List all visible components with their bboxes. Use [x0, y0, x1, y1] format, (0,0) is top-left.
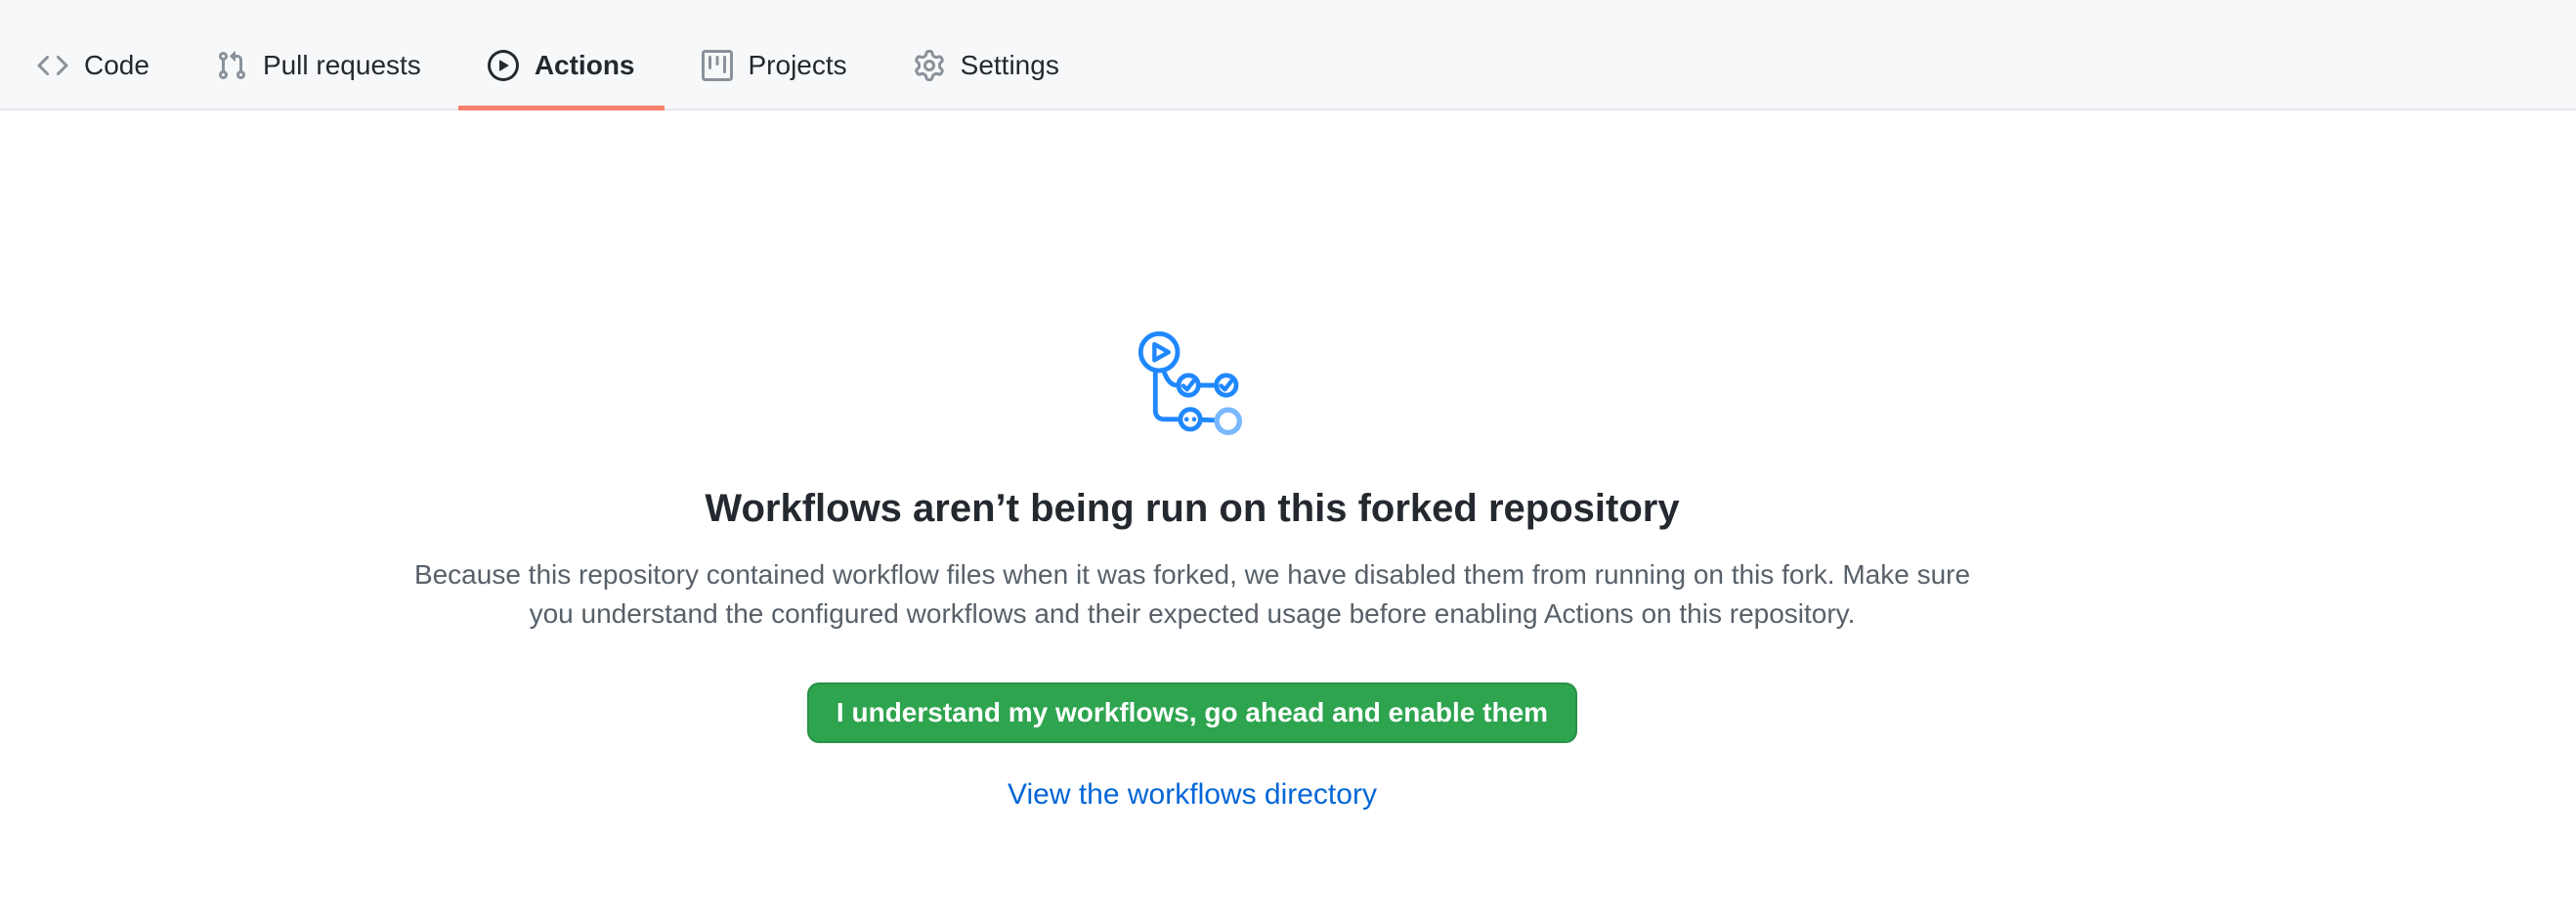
tab-settings-label: Settings: [961, 50, 1059, 81]
git-pull-request-icon: [216, 50, 247, 81]
tab-settings[interactable]: Settings: [884, 0, 1089, 109]
project-icon: [702, 50, 733, 81]
tab-code[interactable]: Code: [8, 0, 179, 109]
tab-projects-label: Projects: [749, 50, 847, 81]
actions-workflow-icon: [1135, 329, 1250, 444]
tab-projects[interactable]: Projects: [672, 0, 877, 109]
blankslate-description: Because this repository contained workfl…: [395, 555, 1990, 634]
view-workflows-directory-link[interactable]: View the workflows directory: [0, 778, 2384, 812]
tab-actions-label: Actions: [535, 50, 635, 81]
tab-pull-requests-label: Pull requests: [263, 50, 421, 81]
repo-tab-nav: Code Pull requests Actions Projects Sett…: [0, 0, 2576, 110]
workflow-illustration: [0, 329, 2384, 444]
gear-icon: [914, 50, 945, 81]
actions-disabled-blankslate: Workflows aren’t being run on this forke…: [0, 329, 2384, 812]
blankslate-heading: Workflows aren’t being run on this forke…: [0, 481, 2384, 536]
tab-code-label: Code: [84, 50, 150, 81]
tab-actions[interactable]: Actions: [458, 0, 665, 109]
enable-workflows-button[interactable]: I understand my workflows, go ahead and …: [807, 682, 1577, 743]
code-icon: [37, 50, 68, 81]
tab-pull-requests[interactable]: Pull requests: [187, 0, 451, 109]
play-icon: [488, 50, 519, 81]
